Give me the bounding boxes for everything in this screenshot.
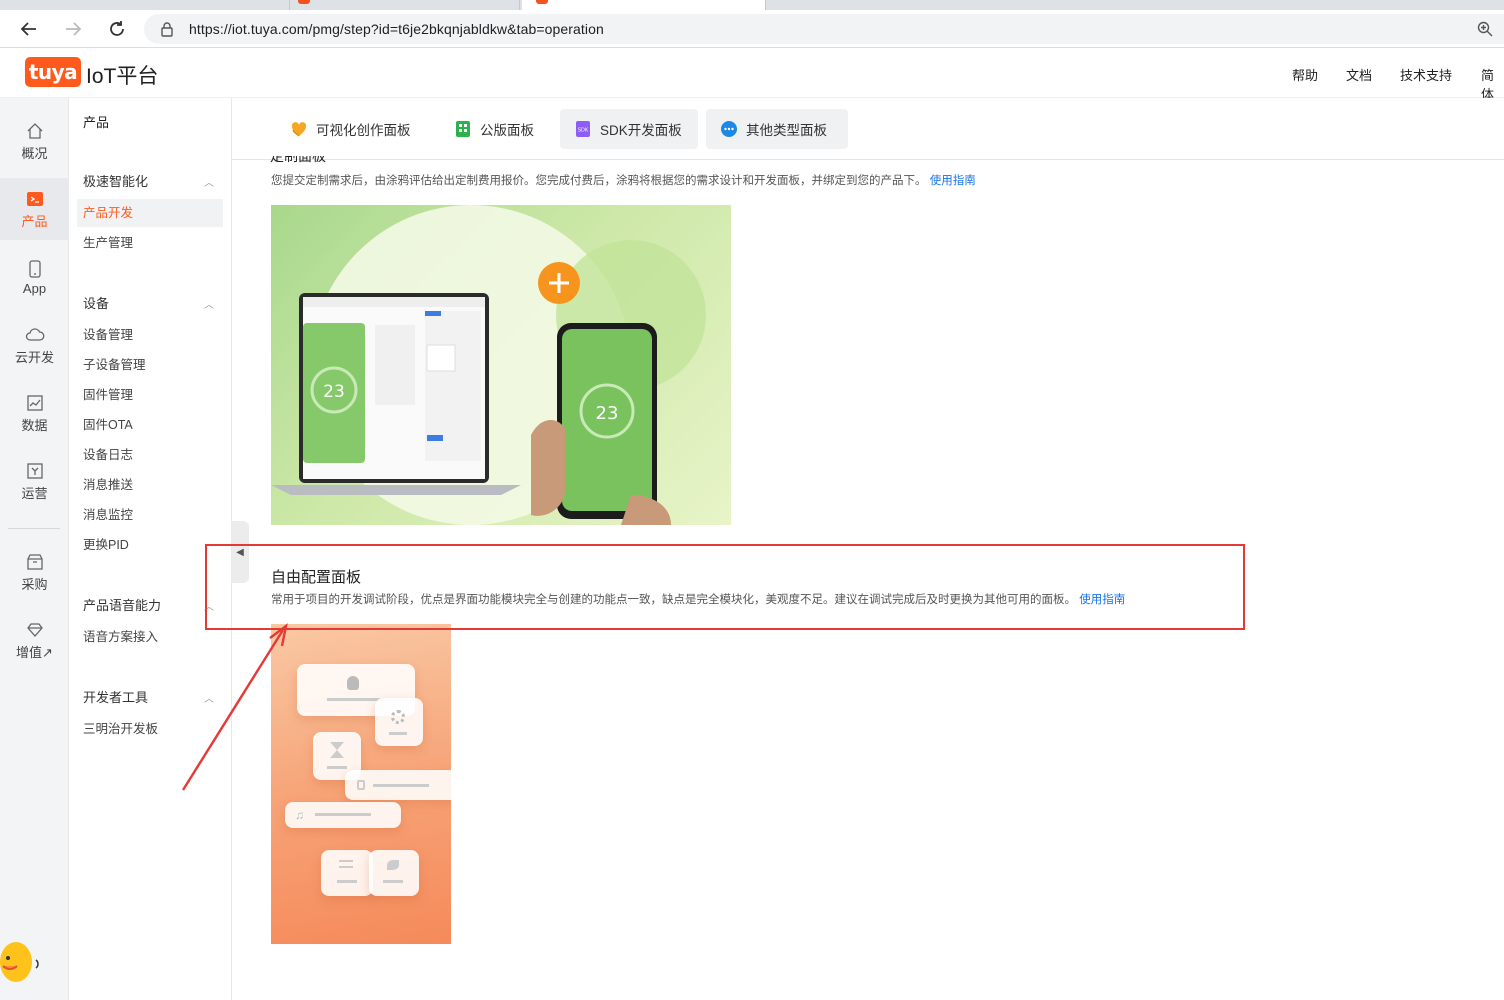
rail-item-data[interactable]: 数据 (0, 382, 69, 444)
browser-tab[interactable] (290, 0, 520, 10)
browser-tab[interactable] (0, 0, 290, 10)
submenu-item-sandwich-board[interactable]: 三明治开发板 (77, 715, 223, 743)
tuya-logo[interactable]: tuya (25, 57, 81, 87)
widget-card (345, 770, 451, 800)
zoom-icon[interactable] (1476, 20, 1494, 38)
lock-small-icon (357, 780, 365, 790)
home-icon (27, 122, 42, 139)
submenu-group-fast-smart[interactable]: 极速智能化 (83, 171, 148, 190)
widget-card (375, 698, 423, 746)
submenu-item-firmware[interactable]: 固件管理 (77, 381, 223, 409)
tab-visual-panel[interactable]: 可视化创作面板 (276, 109, 425, 149)
cloud-icon (25, 327, 44, 341)
header-link-support[interactable]: 技术支持 (1400, 65, 1452, 84)
reload-icon[interactable] (104, 16, 130, 42)
submenu-item-production[interactable]: 生产管理 (77, 229, 223, 257)
platform-name: IoT平台 (86, 65, 159, 88)
bookmark-icon (26, 462, 43, 479)
rail-item-overview[interactable]: 概况 (0, 110, 69, 172)
forward-arrow-icon[interactable] (60, 16, 86, 42)
submenu-item-message-push[interactable]: 消息推送 (77, 471, 223, 499)
url-bar[interactable]: https://iot.tuya.com/pmg/step?id=t6je2bk… (144, 14, 1504, 44)
tab-label: 其他类型面板 (746, 123, 827, 138)
tab-other-panel[interactable]: 其他类型面板 (706, 109, 848, 149)
submenu-group-voice[interactable]: 产品语音能力 (83, 595, 161, 614)
tab-sdk-panel[interactable]: SDK SDK开发面板 (560, 109, 698, 149)
hourglass-icon (330, 742, 344, 758)
rail-item-label: 产品 (21, 213, 48, 229)
chevron-up-icon[interactable]: ︿ (204, 690, 214, 705)
rail-item-operation[interactable]: 运营 (0, 450, 69, 512)
submenu-item-firmware-ota[interactable]: 固件OTA (77, 411, 223, 439)
submenu-item-device-manage[interactable]: 设备管理 (77, 321, 223, 349)
assistant-mascot-icon[interactable] (0, 930, 44, 986)
rail-divider (8, 528, 60, 529)
widget-card: ♫ (285, 802, 401, 828)
chart-icon (26, 394, 43, 411)
submenu-item-message-monitor[interactable]: 消息监控 (77, 501, 223, 529)
chevron-up-icon[interactable]: ︿ (204, 174, 214, 189)
submenu-item-device-log[interactable]: 设备日志 (77, 441, 223, 469)
sdk-icon: SDK (576, 121, 590, 137)
music-icon: ♫ (295, 808, 304, 822)
svg-text:23: 23 (596, 403, 619, 424)
rail-item-label: 数据 (21, 417, 48, 433)
bulb-icon (347, 676, 359, 690)
rail-item-value-added[interactable]: 增值↗ (0, 609, 69, 671)
more-icon (721, 121, 737, 137)
browser-tabstrip (0, 0, 1504, 10)
rail-item-label: 采购 (21, 576, 48, 592)
tab-label: SDK开发面板 (600, 123, 682, 138)
rail-item-product[interactable]: 产品 (0, 178, 69, 240)
thermostat-value: 23 (323, 382, 345, 402)
custom-panel-illustration: 23 23 (271, 205, 706, 525)
custom-panel-preview[interactable]: 23 23 (271, 205, 731, 525)
custom-panel-heading-clipped: 定制面板 (270, 156, 326, 164)
svg-text:SDK: SDK (578, 128, 589, 134)
heart-hands-icon (291, 122, 307, 137)
submenu-item-voice-solution[interactable]: 语音方案接入 (77, 623, 223, 651)
grid-icon (456, 121, 470, 137)
submenu-item-change-pid[interactable]: 更换PID (77, 531, 223, 559)
rail-item-purchase[interactable]: 采购 (0, 541, 69, 603)
diamond-icon (26, 622, 43, 637)
header-link-docs[interactable]: 文档 (1346, 65, 1372, 84)
header-link-help[interactable]: 帮助 (1292, 65, 1318, 84)
browser-tab-active[interactable] (522, 0, 766, 10)
icon-rail: 概况 产品 App 云开发 数据 运营 采购 增值↗ (0, 98, 69, 1000)
rail-item-app[interactable]: App (0, 246, 69, 308)
lock-icon[interactable] (160, 21, 174, 37)
custom-panel-guide-link[interactable]: 使用指南 (930, 175, 976, 187)
highlight-box (205, 544, 1245, 630)
free-panel-preview[interactable]: ♫ (271, 624, 451, 944)
rail-item-label: 云开发 (14, 349, 54, 365)
widget-card (321, 850, 373, 896)
app-header: tuya IoT平台 帮助 文档 技术支持 简体 (0, 49, 1504, 102)
phone-icon (28, 259, 41, 278)
rail-item-label: 运营 (21, 485, 48, 501)
url-text[interactable]: https://iot.tuya.com/pmg/step?id=t6je2bk… (189, 21, 604, 37)
rail-item-cloud[interactable]: 云开发 (0, 314, 69, 376)
submenu-title: 产品 (83, 115, 110, 130)
submenu-group-device[interactable]: 设备 (83, 293, 109, 312)
submenu-item-product-dev[interactable]: 产品开发 (77, 199, 223, 227)
submenu-item-subdevice[interactable]: 子设备管理 (77, 351, 223, 379)
panel-tabs: 可视化创作面板 公版面板 SDK SDK开发面板 其他类型面板 (232, 98, 1504, 160)
submenu-group-dev-tools[interactable]: 开发者工具 (83, 687, 148, 706)
fan-icon (391, 710, 405, 724)
tab-label: 公版面板 (480, 123, 534, 138)
browser-toolbar: https://iot.tuya.com/pmg/step?id=t6je2bk… (0, 10, 1504, 48)
tab-public-panel[interactable]: 公版面板 (440, 109, 548, 149)
widget-card (369, 850, 419, 896)
terminal-icon (26, 191, 43, 206)
chevron-up-icon[interactable]: ︿ (204, 296, 214, 311)
box-icon (26, 553, 43, 570)
rail-item-label: 概况 (21, 145, 48, 161)
back-arrow-icon[interactable] (16, 16, 42, 42)
leaf-icon (387, 860, 399, 870)
tab-label: 可视化创作面板 (316, 123, 411, 138)
rail-item-label: 增值↗ (16, 644, 53, 660)
rail-item-label: App (22, 280, 47, 296)
custom-panel-description: 您提交定制需求后，由涂鸦评估给出定制费用报价。您完成付费后，涂鸦将根据您的需求设… (271, 175, 976, 187)
